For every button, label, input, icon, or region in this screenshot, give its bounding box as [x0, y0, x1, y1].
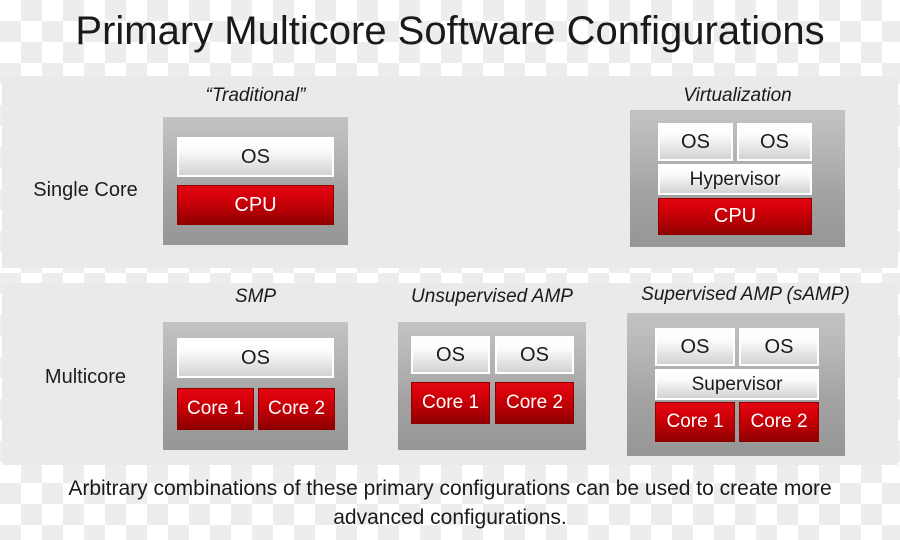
caption: Arbitrary combinations of these primary …	[0, 474, 900, 532]
chip-virtualization: OS OS Hypervisor CPU	[630, 110, 845, 247]
block-hypervisor-virtualization: Hypervisor	[658, 164, 812, 195]
chip-supervised-amp: OS OS Supervisor Core 1 Core 2	[627, 313, 845, 456]
block-os-traditional: OS	[177, 137, 334, 177]
block-core-1-unsupervised-amp: Core 1	[411, 382, 490, 424]
config-title-unsupervised-amp: Unsupervised AMP	[411, 286, 573, 307]
caption-line-2: advanced configurations.	[333, 506, 567, 529]
chip-unsupervised-amp: OS OS Core 1 Core 2	[398, 322, 586, 450]
block-os-1-supervised-amp: OS	[655, 328, 735, 366]
block-os-2-supervised-amp: OS	[739, 328, 819, 366]
config-title-supervised-amp: Supervised AMP (sAMP)	[641, 284, 850, 305]
block-cpu-virtualization: CPU	[658, 198, 812, 235]
chip-traditional: OS CPU	[163, 117, 348, 245]
page-title: Primary Multicore Software Configuration…	[75, 9, 825, 53]
block-core-1-smp: Core 1	[177, 388, 254, 430]
block-cpu-traditional: CPU	[177, 185, 334, 225]
block-supervisor-supervised-amp: Supervisor	[655, 369, 819, 400]
config-title-traditional: “Traditional”	[205, 85, 306, 106]
block-core-2-supervised-amp: Core 2	[739, 402, 819, 442]
block-os-2-unsupervised-amp: OS	[495, 336, 574, 374]
config-title-smp: SMP	[234, 286, 277, 307]
chip-smp: OS Core 1 Core 2	[163, 322, 348, 450]
row-label-single-core: Single Core	[33, 179, 138, 201]
block-os-1-virtualization: OS	[658, 123, 733, 161]
block-os-2-virtualization: OS	[737, 123, 812, 161]
block-os-1-unsupervised-amp: OS	[411, 336, 490, 374]
block-core-2-unsupervised-amp: Core 2	[495, 382, 574, 424]
config-title-virtualization: Virtualization	[683, 85, 792, 106]
block-core-1-supervised-amp: Core 1	[655, 402, 735, 442]
caption-line-1: Arbitrary combinations of these primary …	[68, 477, 832, 500]
row-label-multicore: Multicore	[44, 366, 127, 388]
block-os-smp: OS	[177, 338, 334, 378]
block-core-2-smp: Core 2	[258, 388, 335, 430]
